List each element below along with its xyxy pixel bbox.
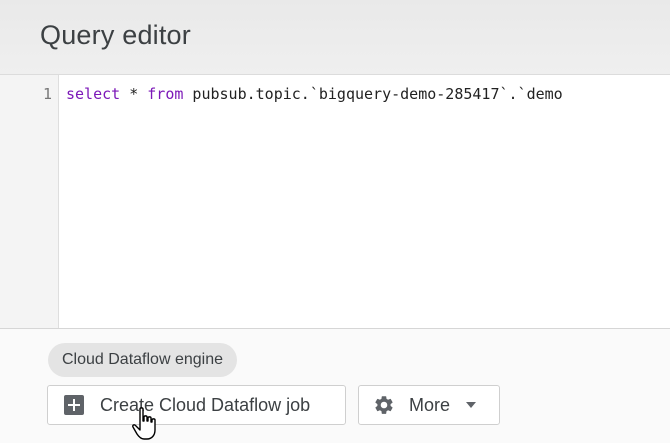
caret-down-icon <box>466 402 477 408</box>
code-table-ref: pubsub.topic.`bigquery-demo-285417`.`dem… <box>183 85 563 103</box>
hand-pointer-cursor-icon <box>132 407 156 440</box>
editor-footer: Cloud Dataflow engine Create Cloud Dataf… <box>0 329 670 443</box>
more-label: More <box>409 394 451 415</box>
plus-box-icon <box>64 395 84 415</box>
line-gutter: 1 <box>0 75 59 328</box>
code-line-1[interactable]: select * from pubsub.topic.`bigquery-dem… <box>66 85 670 103</box>
gear-icon <box>375 396 393 414</box>
keyword-from: from <box>147 85 184 103</box>
create-dataflow-job-button[interactable]: Create Cloud Dataflow job <box>47 385 346 425</box>
more-button[interactable]: More <box>358 385 500 425</box>
code-editor[interactable]: 1 select * from pubsub.topic.`bigquery-d… <box>0 75 670 329</box>
header-bar: Query editor <box>0 0 670 75</box>
line-number: 1 <box>42 85 52 103</box>
code-star: * <box>120 85 148 103</box>
keyword-select: select <box>66 85 121 103</box>
engine-chip: Cloud Dataflow engine <box>48 343 237 377</box>
query-editor-panel: Query editor 1 select * from pubsub.topi… <box>0 0 670 443</box>
page-title: Query editor <box>40 20 191 50</box>
